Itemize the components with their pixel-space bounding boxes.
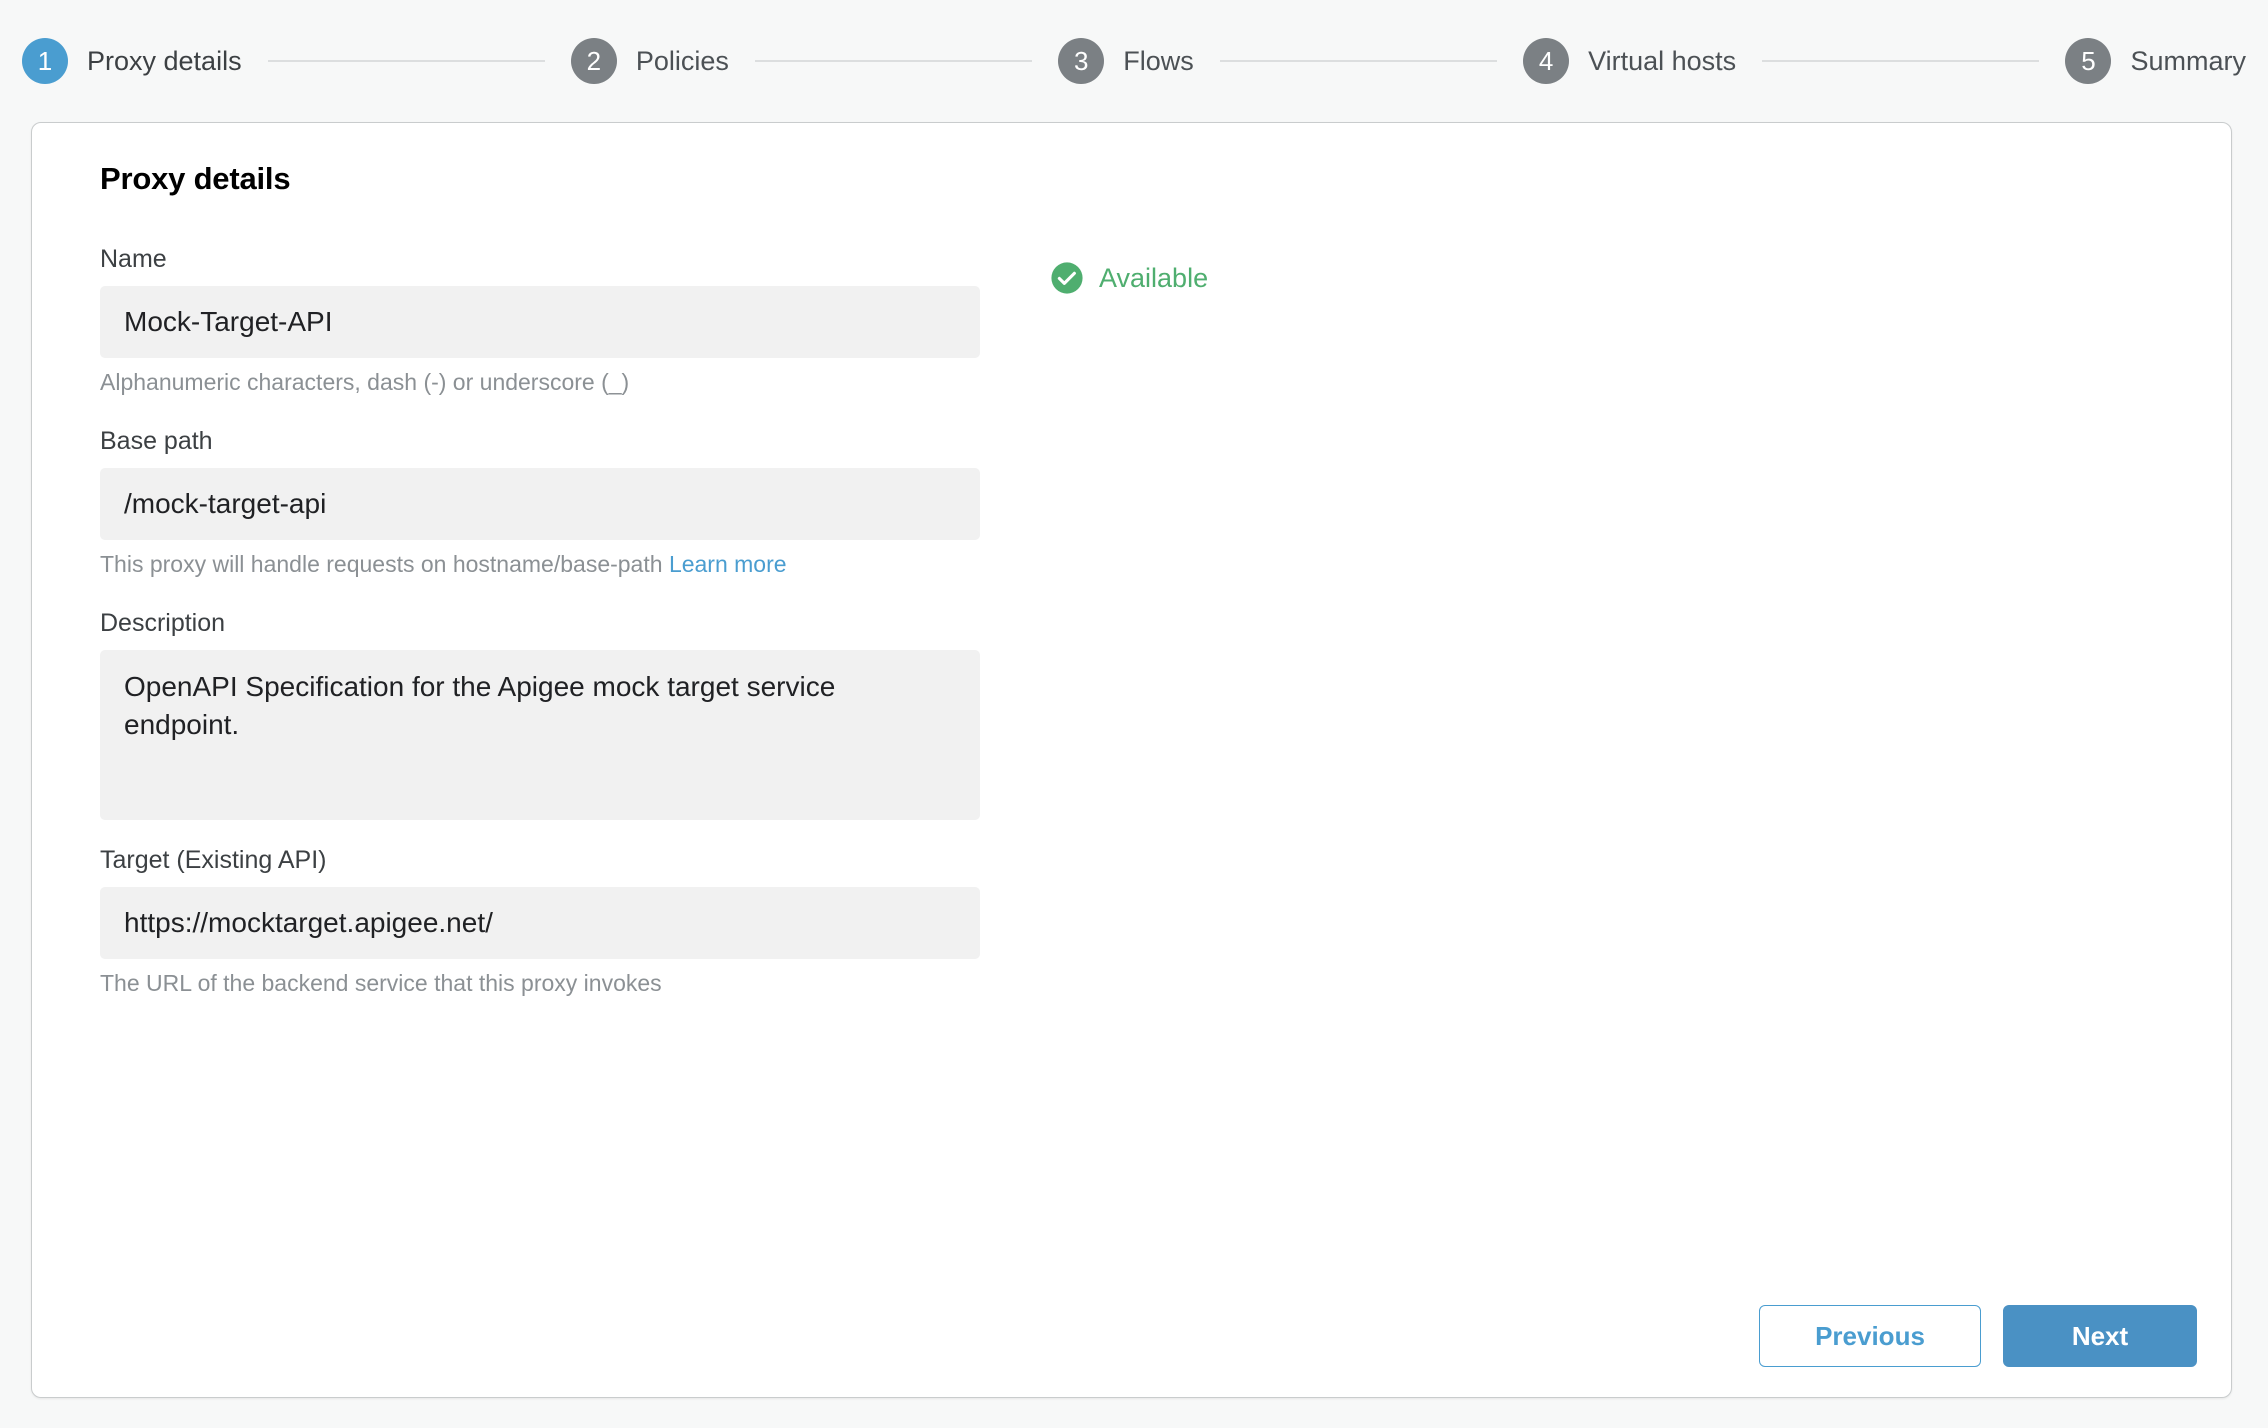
step-label: Flows [1123, 45, 1194, 76]
base-path-help-prefix: This proxy will handle requests on hostn… [100, 551, 663, 577]
step-number-badge: 4 [1523, 38, 1570, 84]
name-availability-status: Available [1050, 261, 1208, 295]
field-base-path: Base path This proxy will handle request… [100, 427, 2191, 578]
name-help-text: Alphanumeric characters, dash (-) or und… [100, 369, 630, 395]
stepper-step-proxy-details[interactable]: 1 Proxy details [22, 38, 242, 84]
description-label: Description [100, 609, 226, 637]
check-circle-icon [1051, 262, 1083, 294]
field-description: Description [100, 609, 2191, 820]
target-label: Target (Existing API) [100, 846, 327, 874]
availability-label: Available [1099, 262, 1209, 293]
learn-more-link[interactable]: Learn more [669, 551, 787, 577]
base-path-input[interactable] [100, 468, 980, 540]
proxy-details-card: Proxy details Name Alphanumeric characte… [31, 122, 2232, 1398]
step-number-badge: 5 [2065, 38, 2112, 84]
page-title: Proxy details [100, 161, 291, 196]
stepper-connector [1762, 60, 2040, 62]
stepper-step-flows[interactable]: 3 Flows [1058, 38, 1194, 84]
stepper-step-policies[interactable]: 2 Policies [570, 38, 729, 84]
step-label: Proxy details [87, 45, 242, 76]
name-input[interactable] [100, 286, 980, 358]
step-label: Virtual hosts [1588, 45, 1737, 76]
wizard-footer-actions: Previous Next [1759, 1305, 2197, 1367]
target-help-text: The URL of the backend service that this… [100, 970, 662, 996]
step-number-badge: 2 [570, 38, 617, 84]
proxy-details-form: Name Alphanumeric characters, dash (-) o… [100, 245, 2191, 997]
field-target: Target (Existing API) The URL of the bac… [100, 846, 2191, 997]
next-button[interactable]: Next [2003, 1305, 2197, 1367]
previous-button[interactable]: Previous [1759, 1305, 1981, 1367]
stepper-connector [754, 60, 1033, 62]
stepper-connector [1219, 60, 1498, 62]
step-label: Summary [2130, 45, 2246, 76]
description-textarea[interactable] [100, 650, 980, 820]
wizard-stepper: 1 Proxy details 2 Policies 3 Flows 4 Vir… [0, 0, 2268, 122]
step-label: Policies [635, 45, 729, 76]
stepper-connector [267, 60, 545, 62]
step-number-badge: 3 [1058, 38, 1105, 84]
target-input[interactable] [100, 887, 980, 959]
base-path-help-text: This proxy will handle requests on hostn… [100, 551, 2191, 578]
step-number-badge: 1 [22, 38, 68, 84]
stepper-step-summary[interactable]: 5 Summary [2065, 38, 2246, 84]
stepper-step-virtual-hosts[interactable]: 4 Virtual hosts [1523, 38, 1736, 84]
base-path-label: Base path [100, 427, 213, 455]
field-name: Name Alphanumeric characters, dash (-) o… [100, 245, 2191, 396]
